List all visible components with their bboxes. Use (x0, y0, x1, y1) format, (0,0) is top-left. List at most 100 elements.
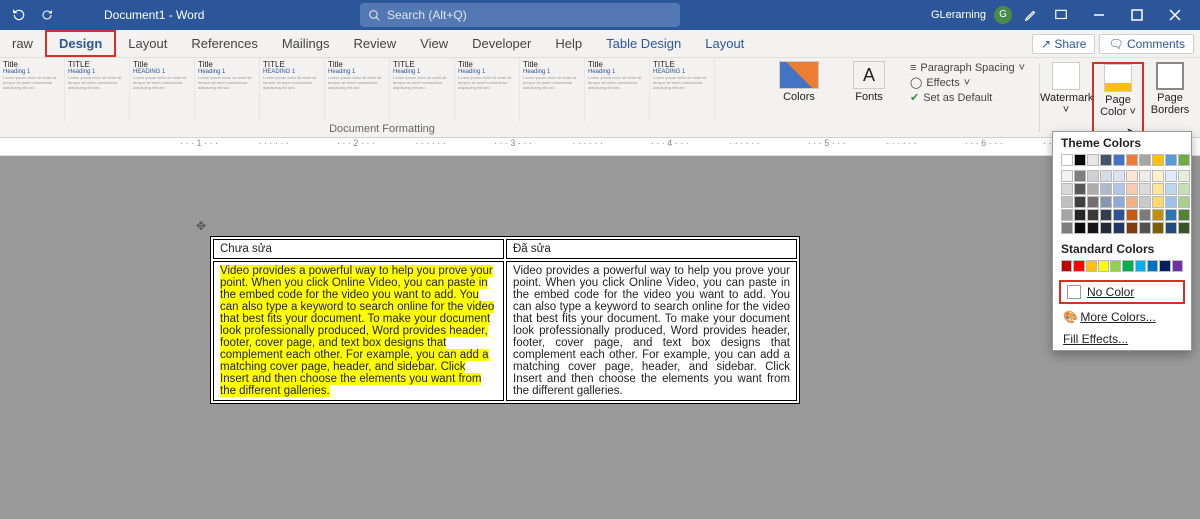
color-swatch[interactable] (1087, 196, 1099, 208)
color-swatch[interactable] (1126, 196, 1138, 208)
color-swatch[interactable] (1126, 222, 1138, 234)
tab-design[interactable]: Design (45, 30, 116, 57)
page-borders-button[interactable]: Page Borders (1144, 62, 1196, 137)
tab-review[interactable]: Review (342, 30, 409, 57)
color-swatch[interactable] (1113, 196, 1125, 208)
color-swatch[interactable] (1087, 154, 1099, 166)
color-swatch[interactable] (1073, 260, 1084, 272)
color-swatch[interactable] (1100, 183, 1112, 195)
style-preview[interactable]: TitleHeading 1Lorem ipsum dolor sit amet… (0, 58, 65, 122)
color-swatch[interactable] (1061, 170, 1073, 182)
color-swatch[interactable] (1087, 222, 1099, 234)
color-swatch[interactable] (1178, 196, 1190, 208)
color-swatch[interactable] (1139, 209, 1151, 221)
color-swatch[interactable] (1165, 170, 1177, 182)
style-preview[interactable]: TITLEHEADING 1Lorem ipsum dolor sit amet… (650, 58, 715, 122)
color-swatch[interactable] (1126, 209, 1138, 221)
document-table[interactable]: Chưa sửa Đã sửa Video provides a powerfu… (210, 236, 800, 404)
color-swatch[interactable] (1086, 260, 1097, 272)
color-swatch[interactable] (1100, 170, 1112, 182)
close-button[interactable] (1156, 0, 1194, 30)
color-swatch[interactable] (1178, 170, 1190, 182)
color-swatch[interactable] (1061, 260, 1072, 272)
color-swatch[interactable] (1178, 209, 1190, 221)
color-swatch[interactable] (1152, 222, 1164, 234)
color-swatch[interactable] (1178, 183, 1190, 195)
color-swatch[interactable] (1165, 154, 1177, 166)
color-swatch[interactable] (1100, 222, 1112, 234)
color-swatch[interactable] (1074, 209, 1086, 221)
style-preview[interactable]: TitleHeading 1Lorem ipsum dolor sit amet… (325, 58, 390, 122)
effects-button[interactable]: ◯Effects ˅ (910, 76, 1033, 89)
minimize-button[interactable] (1080, 0, 1118, 30)
tab-mailings[interactable]: Mailings (270, 30, 342, 57)
table-cell-left[interactable]: Video provides a powerful way to help yo… (213, 261, 504, 401)
no-color-item[interactable]: No Color (1059, 280, 1185, 304)
color-swatch[interactable] (1113, 183, 1125, 195)
color-swatch[interactable] (1100, 196, 1112, 208)
ribbon-display-icon[interactable] (1050, 4, 1072, 26)
color-swatch[interactable] (1165, 209, 1177, 221)
paragraph-spacing-button[interactable]: ≡Paragraph Spacing ˅ (910, 62, 1033, 74)
redo-icon[interactable] (36, 4, 58, 26)
maximize-button[interactable] (1118, 0, 1156, 30)
fonts-button[interactable]: Fonts (834, 89, 904, 103)
fill-effects-item[interactable]: Fill Effects... (1053, 328, 1191, 350)
fonts-button-icon[interactable]: A (853, 61, 885, 89)
color-swatch[interactable] (1159, 260, 1170, 272)
table-header-2[interactable]: Đã sửa (506, 239, 797, 259)
color-swatch[interactable] (1178, 154, 1190, 166)
color-swatch[interactable] (1178, 222, 1190, 234)
tab-layout[interactable]: Layout (116, 30, 179, 57)
tab-draw[interactable]: raw (0, 30, 45, 57)
color-swatch[interactable] (1061, 183, 1073, 195)
color-swatch[interactable] (1139, 222, 1151, 234)
color-swatch[interactable] (1100, 209, 1112, 221)
search-input[interactable]: Search (Alt+Q) (360, 3, 680, 27)
color-swatch[interactable] (1126, 183, 1138, 195)
table-cell-right[interactable]: Video provides a powerful way to help yo… (506, 261, 797, 401)
color-swatch[interactable] (1087, 170, 1099, 182)
share-button[interactable]: ↗ Share (1032, 34, 1095, 54)
color-swatch[interactable] (1074, 183, 1086, 195)
color-swatch[interactable] (1152, 183, 1164, 195)
colors-button-icon[interactable] (779, 61, 819, 89)
pen-icon[interactable] (1020, 4, 1042, 26)
style-preview[interactable]: TITLEHeading 1Lorem ipsum dolor sit amet… (390, 58, 455, 122)
style-preview[interactable]: TitleHeading 1Lorem ipsum dolor sit amet… (585, 58, 650, 122)
page-color-button[interactable]: Page Color ˅ ➤ (1092, 62, 1144, 137)
color-swatch[interactable] (1087, 183, 1099, 195)
color-swatch[interactable] (1074, 170, 1086, 182)
tab-table-layout[interactable]: Layout (693, 30, 756, 57)
autosave-icon[interactable] (8, 4, 30, 26)
color-swatch[interactable] (1147, 260, 1158, 272)
style-gallery[interactable]: TitleHeading 1Lorem ipsum dolor sit amet… (0, 58, 764, 122)
tab-view[interactable]: View (408, 30, 460, 57)
color-swatch[interactable] (1110, 260, 1121, 272)
tab-developer[interactable]: Developer (460, 30, 543, 57)
color-swatch[interactable] (1061, 154, 1073, 166)
color-swatch[interactable] (1139, 170, 1151, 182)
color-swatch[interactable] (1113, 154, 1125, 166)
color-swatch[interactable] (1061, 196, 1073, 208)
color-swatch[interactable] (1113, 170, 1125, 182)
editor-canvas[interactable]: ✥ Chưa sửa Đã sửa Video provides a power… (0, 156, 1200, 519)
table-anchor-icon[interactable]: ✥ (196, 219, 206, 233)
color-swatch[interactable] (1152, 196, 1164, 208)
color-swatch[interactable] (1172, 260, 1183, 272)
style-preview[interactable]: TitleHeading 1Lorem ipsum dolor sit amet… (195, 58, 260, 122)
color-swatch[interactable] (1098, 260, 1109, 272)
color-swatch[interactable] (1152, 154, 1164, 166)
color-swatch[interactable] (1113, 222, 1125, 234)
style-preview[interactable]: TitleHeading 1Lorem ipsum dolor sit amet… (455, 58, 520, 122)
color-swatch[interactable] (1139, 183, 1151, 195)
colors-button[interactable]: Colors (764, 89, 834, 103)
style-preview[interactable]: TitleHeading 1Lorem ipsum dolor sit amet… (520, 58, 585, 122)
tab-references[interactable]: References (179, 30, 269, 57)
color-swatch[interactable] (1135, 260, 1146, 272)
style-preview[interactable]: TitleHEADING 1Lorem ipsum dolor sit amet… (130, 58, 195, 122)
color-swatch[interactable] (1165, 196, 1177, 208)
watermark-button[interactable]: Watermark˅ (1040, 62, 1092, 137)
style-preview[interactable]: TITLEHeading 1Lorem ipsum dolor sit amet… (65, 58, 130, 122)
more-colors-item[interactable]: 🎨 More Colors... (1053, 306, 1191, 328)
